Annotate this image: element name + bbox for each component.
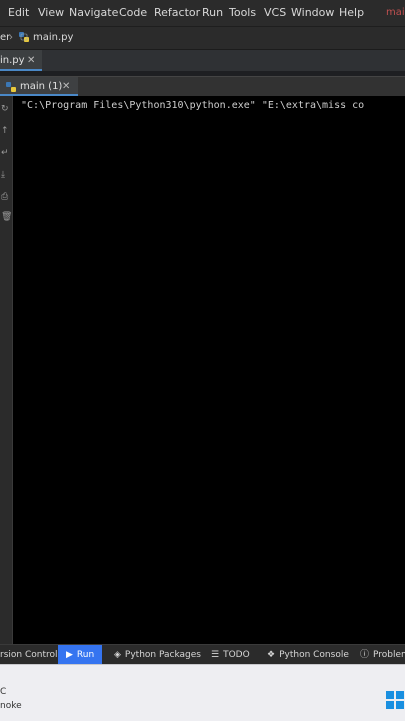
tab-python-packages-label: Python Packages (124, 650, 201, 660)
weather-temp: C (0, 687, 7, 697)
rerun-icon[interactable]: ↻ (1, 104, 9, 114)
menu-code[interactable]: Code (119, 6, 147, 19)
menu-view[interactable]: View (38, 6, 64, 19)
layers-icon: ◈ (114, 650, 121, 660)
tool-window-bar: rsion Control ▶ Run ◈ Python Packages ☰ TOD… (0, 644, 405, 665)
weather-desc: noke (0, 701, 22, 711)
tab-python-packages[interactable]: ◈ Python Packages (114, 645, 201, 665)
windows-start-icon[interactable] (386, 691, 405, 711)
play-icon: ▶ (66, 650, 73, 660)
window-title: mai (386, 7, 405, 18)
scroll-to-end-icon[interactable]: ⤓ (1, 170, 5, 180)
editor-tab-bar: in.py ✕ (0, 49, 405, 72)
console-command-line: "C:\Program Files\Python310\python.exe" … (21, 100, 365, 111)
editor-tab-main-py[interactable]: in.py ✕ (0, 50, 42, 72)
menu-run[interactable]: Run (202, 6, 223, 19)
python-icon: ❖ (267, 650, 276, 660)
run-tab-bar: main (1) ✕ (0, 76, 405, 97)
editor-tab-label: in.py (0, 55, 25, 66)
scroll-up-icon[interactable]: ↑ (1, 126, 9, 136)
soft-wrap-icon[interactable]: ↵ (1, 148, 9, 158)
navigation-bar: er › main.py (0, 26, 405, 49)
menu-edit[interactable]: Edit (8, 6, 29, 19)
info-icon: ⓘ (360, 650, 370, 660)
close-icon[interactable]: ✕ (62, 81, 70, 92)
run-tab-label: main (1) (20, 81, 63, 92)
tab-version-control[interactable]: rsion Control (0, 645, 58, 665)
os-taskbar: C noke (0, 664, 405, 721)
tab-python-console-label: Python Console (279, 650, 349, 660)
tab-problems[interactable]: ⓘProblem (360, 645, 405, 665)
breadcrumb-file[interactable]: main.py (33, 32, 73, 43)
tab-run[interactable]: ▶ Run (58, 645, 103, 665)
menu-bar: Edit View Navigate Code Refactor Run Too… (0, 0, 405, 26)
run-tab-main[interactable]: main (1) ✕ (0, 77, 78, 97)
trash-icon[interactable]: 🗑 (1, 212, 12, 222)
menu-tools[interactable]: Tools (229, 6, 256, 19)
list-icon: ☰ (211, 650, 220, 660)
chevron-right-icon: › (9, 32, 13, 43)
tab-todo[interactable]: ☰ TODO (211, 645, 250, 665)
menu-vcs[interactable]: VCS (264, 6, 286, 19)
menu-window[interactable]: Window (291, 6, 334, 19)
tab-problems-label: Problem (373, 650, 405, 660)
close-icon[interactable]: ✕ (27, 55, 35, 66)
print-icon[interactable]: ⎙ (1, 192, 8, 202)
tab-run-label: Run (76, 650, 95, 660)
run-toolbar: ↻ ↑ ↵ ⤓ ⎙ 🗑 (0, 96, 13, 644)
tab-python-console[interactable]: ❖ Python Console (267, 645, 349, 665)
menu-navigate[interactable]: Navigate (69, 6, 118, 19)
tab-todo-label: TODO (223, 650, 250, 660)
menu-help[interactable]: Help (339, 6, 364, 19)
python-file-icon (18, 31, 30, 46)
menu-refactor[interactable]: Refactor (154, 6, 200, 19)
run-console[interactable]: "C:\Program Files\Python310\python.exe" … (13, 96, 405, 644)
